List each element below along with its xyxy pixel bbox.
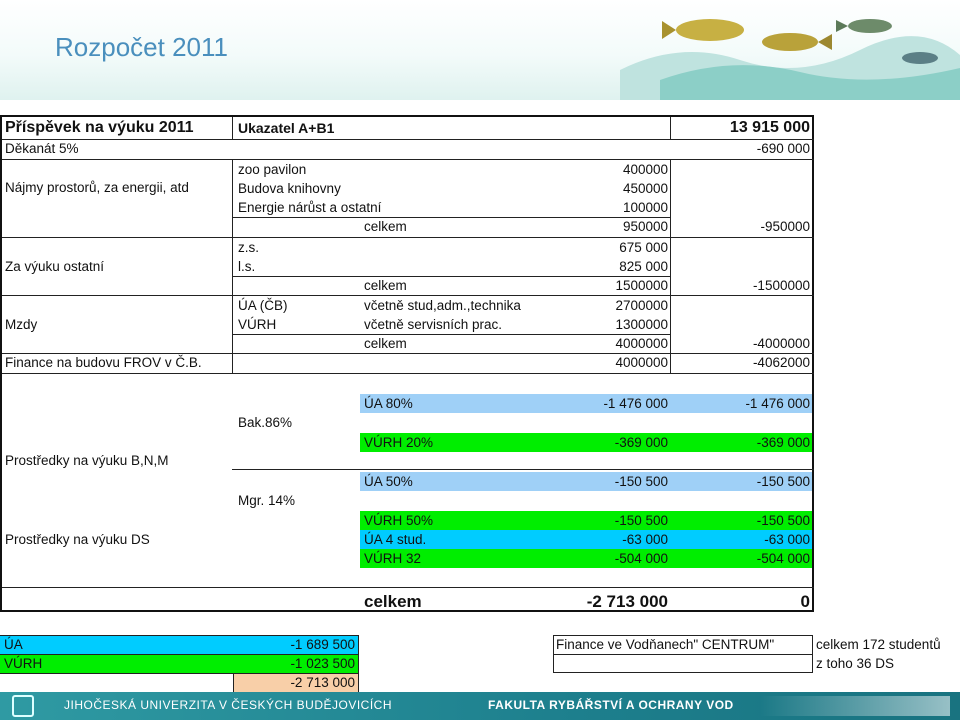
bnm-row-name: VÚRH 20% <box>364 435 434 450</box>
rent-label: Nájmy prostorů, za energii, atd <box>5 180 189 195</box>
bnm-row-name: ÚA 80% <box>364 396 413 411</box>
wages-note: včetně stud,adm.,technika <box>364 298 521 313</box>
budget-table: Příspěvek na výuku 2011 Ukazatel A+B1 13… <box>0 115 814 612</box>
ds-row-right: -504 000 <box>756 551 810 566</box>
grid-line <box>232 469 814 470</box>
ds-row-name: VÚRH 32 <box>364 551 422 566</box>
wages-total-right: -4000000 <box>752 336 810 351</box>
wages-value: 1300000 <box>615 317 668 332</box>
teaching-total-label: celkem <box>364 278 407 293</box>
grid-line <box>670 159 671 373</box>
wages-value: 2700000 <box>615 298 668 313</box>
fish-illustration <box>620 19 960 100</box>
rent-item-name: Energie nárůst a ostatní <box>238 200 382 215</box>
bnm-row-name: VÚRH 50% <box>364 513 434 528</box>
slide-title: Rozpočet 2011 <box>55 32 228 62</box>
teaching-other-label: Za výuku ostatní <box>5 259 105 274</box>
bnm-row-value: -150 500 <box>614 513 668 528</box>
grid-line <box>233 673 234 692</box>
indicator-label: Ukazatel A+B1 <box>238 120 335 136</box>
ds-row-name: ÚA 4 stud. <box>364 532 427 547</box>
centrum-label: Finance ve Vodňanech" CENTRUM" <box>556 637 775 652</box>
grid-line <box>358 635 359 692</box>
grid-line <box>553 654 813 655</box>
teaching-total-value: 1500000 <box>615 278 668 293</box>
summary-label: VÚRH <box>4 656 43 671</box>
wages-unit: VÚRH <box>238 317 277 332</box>
ds-row-value: -63 000 <box>622 532 668 547</box>
teaching-item-value: 675 000 <box>619 240 668 255</box>
teaching-item-name: z.s. <box>238 240 260 255</box>
wages-note: včetně servisních prac. <box>364 317 503 332</box>
bnm-label: Prostředky na výuku B,N,M <box>5 453 169 468</box>
students-ds: z toho 36 DS <box>816 656 895 671</box>
summary-value: -1 689 500 <box>290 637 355 652</box>
summary-value: -1 023 500 <box>290 656 355 671</box>
wages-unit: ÚA (ČB) <box>238 298 288 313</box>
footer-university: JIHOČESKÁ UNIVERZITA V ČESKÝCH BUDĚJOVIC… <box>64 698 392 712</box>
wages-label: Mzdy <box>5 317 38 332</box>
ds-row-right: -63 000 <box>764 532 810 547</box>
grid-line <box>2 295 814 296</box>
ds-row-value: -504 000 <box>614 551 668 566</box>
grid-line <box>2 159 814 160</box>
bnm-row-right: -150 500 <box>756 513 810 528</box>
footer-watermark <box>760 696 950 716</box>
mgr-label: Mgr. 14% <box>238 493 296 508</box>
wages-total-value: 4000000 <box>615 336 668 351</box>
rent-total-label: celkem <box>364 219 407 234</box>
ds-label: Prostředky na výuku DS <box>5 532 150 547</box>
bnm-row-value: -369 000 <box>614 435 668 450</box>
footer-bar: JIHOČESKÁ UNIVERZITA V ČESKÝCH BUDĚJOVIC… <box>0 692 960 720</box>
rent-item-value: 450000 <box>622 181 668 196</box>
finance-building-value: 4000000 <box>615 355 668 370</box>
header-label: Příspěvek na výuku 2011 <box>5 119 194 136</box>
grand-total-label: celkem <box>364 592 422 611</box>
bnm-row-right: -1 476 000 <box>745 396 810 411</box>
grand-total-value: -2 713 000 <box>586 592 668 611</box>
grand-total-right: 0 <box>800 592 810 611</box>
summary-total-value: -2 713 000 <box>290 675 355 690</box>
rent-total-value: 950000 <box>622 219 668 234</box>
grid-line <box>232 159 233 373</box>
rent-item-value: 100000 <box>622 200 668 215</box>
dean-label: Děkanát 5% <box>5 141 79 156</box>
header-total: 13 915 000 <box>729 119 810 136</box>
teaching-item-name: l.s. <box>238 259 256 274</box>
bnm-row-value: -1 476 000 <box>603 396 668 411</box>
footer-faculty: FAKULTA RYBÁŘSTVÍ A OCHRANY VOD <box>488 698 734 712</box>
bnm-row-right: -150 500 <box>756 474 810 489</box>
dean-value: -690 000 <box>756 141 810 156</box>
slide-header: Rozpočet 2011 <box>0 0 960 100</box>
bak-label: Bak.86% <box>238 415 293 430</box>
finance-building-label: Finance na budovu FROV v Č.B. <box>5 355 202 370</box>
rent-item-value: 400000 <box>622 162 668 177</box>
summary-label: ÚA <box>4 637 23 652</box>
grid-line <box>2 587 814 588</box>
wages-total-label: celkem <box>364 336 407 351</box>
grid-line <box>2 237 814 238</box>
teaching-item-value: 825 000 <box>619 259 668 274</box>
rent-item-name: Budova knihovny <box>238 181 341 196</box>
students-total: celkem 172 studentů <box>816 637 941 652</box>
grid-line <box>232 117 233 139</box>
teaching-total-right: -1500000 <box>752 278 810 293</box>
bnm-row-value: -150 500 <box>614 474 668 489</box>
rent-item-name: zoo pavilon <box>238 162 307 177</box>
grid-line <box>2 373 814 374</box>
rent-total-right: -950000 <box>760 219 810 234</box>
finance-building-right: -4062000 <box>752 355 810 370</box>
bnm-row-right: -369 000 <box>756 435 810 450</box>
bnm-row-name: ÚA 50% <box>364 474 413 489</box>
university-logo-icon <box>12 695 34 717</box>
